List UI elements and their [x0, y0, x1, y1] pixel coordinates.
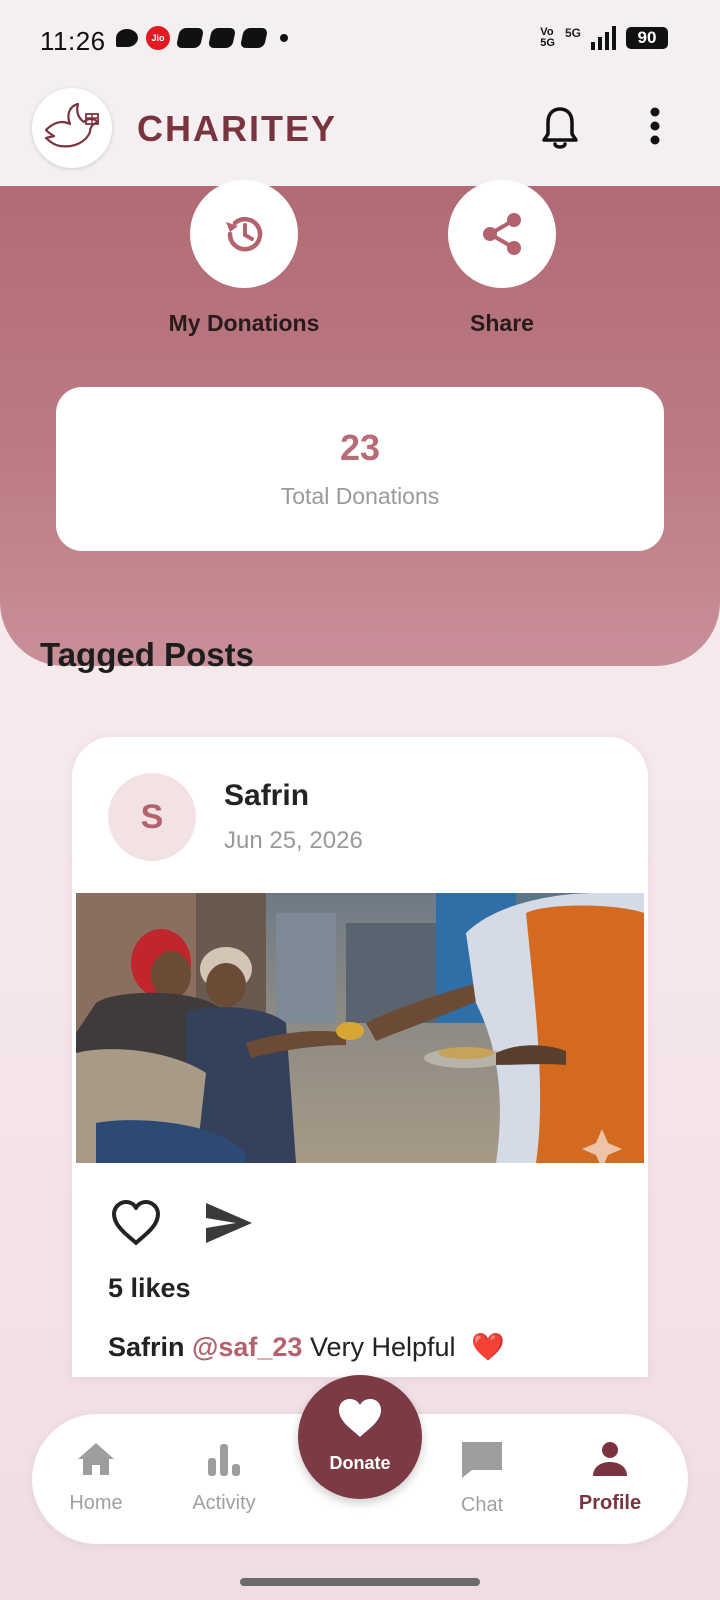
caption-text: Very Helpful	[309, 1332, 456, 1362]
home-icon	[78, 1443, 114, 1475]
send-button[interactable]	[204, 1201, 254, 1245]
my-donations-circle[interactable]	[190, 180, 298, 288]
heart-outline-icon	[112, 1200, 160, 1245]
notifications-button[interactable]	[540, 104, 580, 152]
app-notification-icon	[207, 28, 237, 48]
more-options-button[interactable]	[640, 104, 670, 152]
profile-hero: My Donations Share 23 Total Donations	[0, 180, 720, 666]
total-donations-card: 23 Total Donations	[56, 387, 664, 551]
nav-profile-label: Profile	[578, 1492, 642, 1514]
chat-icon	[462, 1442, 502, 1478]
donate-button[interactable]: Donate	[298, 1375, 422, 1499]
history-icon	[226, 217, 263, 252]
status-time: 11:26	[40, 26, 106, 56]
battery-level: 90	[626, 27, 668, 49]
nav-profile[interactable]: Profile	[550, 1440, 670, 1515]
nav-activity[interactable]: Activity	[164, 1440, 284, 1515]
send-icon	[206, 1203, 252, 1243]
person-icon	[593, 1442, 627, 1476]
message-icon	[116, 29, 138, 47]
post-card[interactable]: S Safrin Jun 25, 2026 5 likes Safrin @sa…	[72, 737, 648, 1377]
more-vertical-icon	[650, 107, 660, 145]
share-icon	[483, 213, 521, 255]
total-donations-value: 23	[339, 427, 381, 468]
post-caption: Safrin @saf_23 Very Helpful ❤️	[108, 1331, 505, 1363]
app-bar: CHARITEY	[0, 82, 720, 186]
jio-icon: Jio	[146, 26, 170, 50]
status-bar: 11:26 Jio Vo 5G 5G 90	[0, 0, 720, 82]
app-logo[interactable]	[32, 88, 112, 168]
nav-chat-label: Chat	[460, 1494, 504, 1516]
post-author[interactable]: Safrin	[224, 779, 309, 813]
nav-chat[interactable]: Chat	[422, 1440, 542, 1517]
share-circle[interactable]	[448, 180, 556, 288]
bell-icon	[542, 107, 578, 149]
my-donations-button[interactable]: My Donations	[144, 180, 344, 337]
tagged-posts-title: Tagged Posts	[40, 636, 254, 673]
donate-label: Donate	[329, 1453, 391, 1473]
food-donation-photo	[76, 893, 644, 1163]
caption-user[interactable]: Safrin	[108, 1332, 185, 1362]
like-button[interactable]	[110, 1199, 162, 1247]
total-donations-label: Total Donations	[280, 483, 440, 509]
share-label: Share	[470, 310, 534, 336]
my-donations-label: My Donations	[168, 310, 320, 336]
heart-icon	[339, 1399, 381, 1437]
nav-home[interactable]: Home	[36, 1440, 156, 1515]
app-notification-icon	[175, 28, 205, 48]
system-icons: Vo 5G 5G 90	[540, 26, 668, 50]
more-notifications-icon	[280, 34, 288, 42]
network-type: 5G	[564, 26, 581, 40]
avatar[interactable]: S	[108, 773, 196, 861]
bar-chart-icon	[208, 1444, 240, 1476]
app-notification-icon	[239, 28, 269, 48]
post-date: Jun 25, 2026	[224, 827, 363, 854]
likes-count: 5 likes	[108, 1273, 191, 1303]
nav-home-label: Home	[69, 1492, 123, 1514]
dove-logo-icon	[44, 102, 100, 148]
nav-activity-label: Activity	[192, 1492, 256, 1514]
share-button[interactable]: Share	[402, 180, 602, 337]
home-indicator[interactable]	[240, 1578, 480, 1586]
heart-emoji-icon: ❤️	[471, 1332, 505, 1362]
caption-handle[interactable]: @saf_23	[192, 1332, 302, 1362]
notification-icons: Jio	[116, 26, 288, 50]
post-image[interactable]	[76, 893, 644, 1163]
app-title: CHARITEY	[137, 108, 338, 149]
volte-icon: Vo 5G	[540, 26, 555, 49]
signal-icon	[591, 26, 616, 50]
